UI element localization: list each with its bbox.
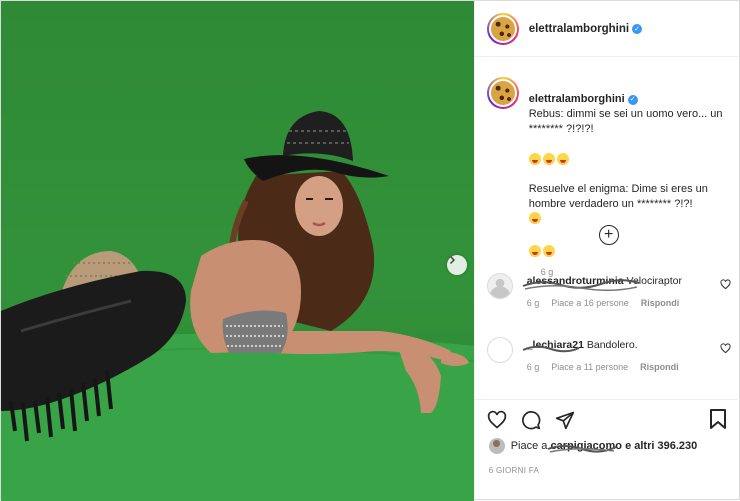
- likes-suffix: e altri 396.230: [625, 440, 698, 452]
- comment-text: Bandolero.: [586, 339, 638, 351]
- post-action-bar: [474, 399, 740, 439]
- tongue-out-emoji-icon: [542, 245, 555, 257]
- load-more-comments-button[interactable]: +: [598, 225, 619, 245]
- comment-meta: 6 g Piace a 16 persone Rispondi: [527, 298, 733, 308]
- verified-badge-icon: ✓: [627, 94, 638, 105]
- comment-avatar[interactable]: [486, 273, 513, 299]
- post-photo[interactable]: [1, 1, 474, 501]
- author-avatar[interactable]: [487, 13, 519, 45]
- emoji-group: [528, 245, 555, 257]
- heart-icon[interactable]: [720, 343, 731, 354]
- comment-avatar[interactable]: [486, 337, 513, 363]
- like-heart-icon[interactable]: [487, 410, 507, 430]
- heart-icon[interactable]: [720, 279, 731, 290]
- plus-icon: +: [604, 226, 614, 243]
- post-sidebar: elettralamborghini ✓ elettralamborghini ✓…: [473, 1, 740, 501]
- chevron-right-icon: [449, 255, 456, 265]
- share-paper-plane-icon[interactable]: [555, 410, 575, 430]
- comment-age: 6 g: [526, 362, 540, 372]
- comment-bubble-icon[interactable]: [521, 410, 541, 430]
- liker-avatar: [488, 438, 505, 454]
- comment-likes[interactable]: Piace a 11 persone: [551, 362, 628, 372]
- redaction-scribble-icon: [522, 345, 580, 353]
- comment-age: 6 g: [526, 298, 540, 308]
- emoji-group: [528, 153, 569, 165]
- redaction-scribble-icon: [548, 445, 617, 453]
- tongue-out-emoji-icon: [528, 212, 541, 224]
- tongue-out-emoji-icon: [542, 153, 555, 165]
- post-caption: elettralamborghini ✓ Rebus: dimmi se sei …: [487, 77, 733, 277]
- post-header: elettralamborghini ✓: [474, 1, 739, 57]
- likes-prefix: Piace a: [510, 440, 548, 452]
- comment-username[interactable]: _lechiara21: [522, 339, 587, 353]
- redaction-scribble-icon: [522, 279, 640, 291]
- photo-illustration: [1, 111, 474, 501]
- reply-button[interactable]: Rispondi: [641, 298, 680, 308]
- verified-badge-icon: ✓: [632, 23, 643, 34]
- comment-meta: 6 g Piace a 11 persone Rispondi: [527, 362, 733, 372]
- likes-user[interactable]: carpigiacomo: [548, 440, 622, 453]
- caption-text-line2: Resuelve el enigma: Dime si eres un homb…: [528, 183, 708, 210]
- next-photo-button[interactable]: [447, 255, 467, 275]
- comment-item: alessandroturminia Velociraptor 6 g Piac…: [486, 273, 733, 308]
- instagram-post: elettralamborghini ✓ elettralamborghini ✓…: [0, 0, 740, 501]
- post-timestamp[interactable]: 6 GIORNI FA: [489, 466, 539, 475]
- tongue-out-emoji-icon: [528, 245, 541, 257]
- tongue-out-emoji-icon: [528, 153, 541, 165]
- author-username[interactable]: elettralamborghini: [529, 23, 629, 35]
- caption-username[interactable]: elettralamborghini: [529, 93, 625, 105]
- caption-text-line1: Rebus: dimmi se sei un uomo vero... un *…: [528, 108, 723, 135]
- likes-summary[interactable]: Piace a carpigiacomo e altri 396.230: [488, 438, 698, 454]
- comment-likes[interactable]: Piace a 16 persone: [551, 298, 629, 308]
- comment-username[interactable]: alessandroturminia: [522, 275, 640, 291]
- comment-item: _lechiara21 Bandolero. 6 g Piace a 11 pe…: [486, 337, 733, 372]
- tongue-out-emoji-icon: [556, 153, 569, 165]
- caption-avatar[interactable]: [487, 77, 519, 109]
- save-bookmark-icon[interactable]: [709, 408, 727, 433]
- reply-button[interactable]: Rispondi: [640, 362, 679, 372]
